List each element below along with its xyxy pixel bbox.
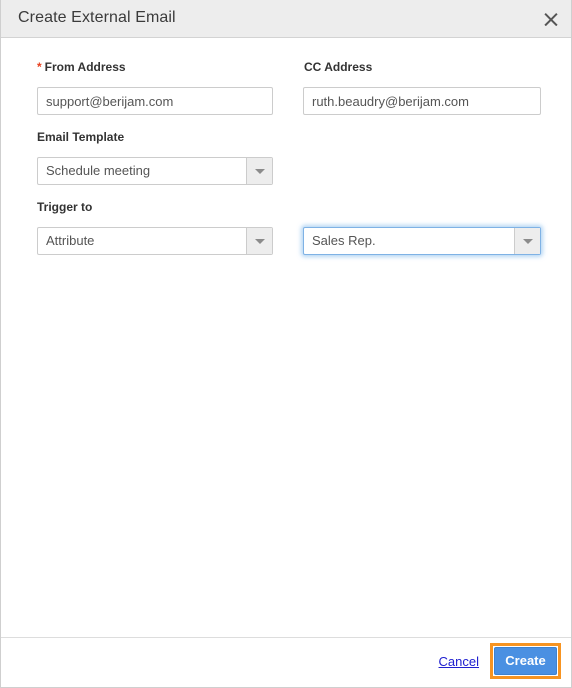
trigger-target-value: Sales Rep. (312, 233, 376, 248)
chevron-down-icon[interactable] (514, 228, 540, 254)
dialog-titlebar: Create External Email (1, 0, 571, 38)
email-template-label: Email Template (37, 130, 125, 144)
dialog-footer: Cancel (1, 637, 571, 687)
close-icon[interactable] (537, 5, 565, 33)
cc-address-label: CC Address (304, 60, 373, 74)
email-template-select[interactable]: Schedule meeting (37, 157, 273, 185)
create-button[interactable]: Create (494, 647, 557, 675)
cc-address-input[interactable] (303, 87, 541, 115)
trigger-to-value: Attribute (46, 233, 95, 248)
dialog-title: Create External Email (18, 9, 176, 26)
chevron-down-icon[interactable] (246, 158, 272, 184)
from-address-label: * From Address (37, 60, 126, 74)
chevron-down-icon[interactable] (246, 228, 272, 254)
email-template-value: Schedule meeting (46, 163, 151, 178)
cancel-button[interactable]: Cancel (439, 654, 479, 669)
from-address-input[interactable] (37, 87, 273, 115)
dialog-body: *From Address CC Address Email Template … (1, 39, 571, 637)
trigger-to-label: Trigger to (37, 200, 93, 214)
trigger-target-select[interactable]: Sales Rep. (303, 227, 541, 255)
create-external-email-dialog: Create External Email *From Address CC A… (0, 0, 572, 688)
required-asterisk: * (37, 60, 42, 74)
from-address-label-text: From Address (44, 60, 126, 74)
trigger-to-select[interactable]: Attribute (37, 227, 273, 255)
